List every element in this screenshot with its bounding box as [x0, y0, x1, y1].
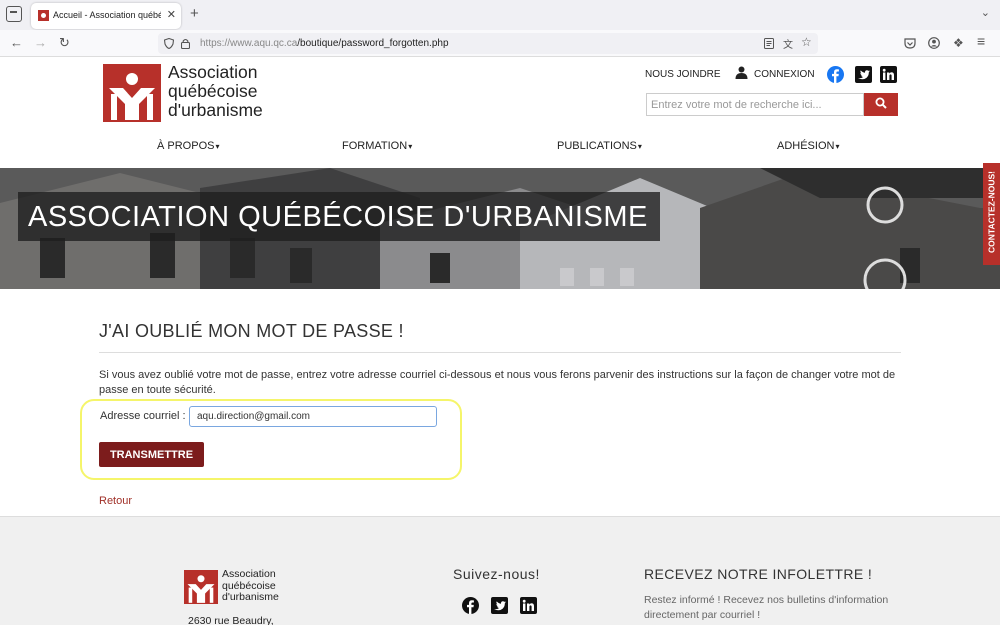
reader-view-icon[interactable]	[764, 38, 774, 49]
footer-facebook-icon[interactable]	[462, 597, 479, 614]
footer-newsletter-text: Restez informé ! Recevez nos bulletins d…	[644, 594, 889, 621]
url-host: https://www.aqu.qc.ca	[200, 38, 298, 49]
user-icon[interactable]	[735, 66, 748, 79]
menu-item-publications[interactable]: PUBLICATIONS	[557, 140, 642, 152]
page-title: J'AI OUBLIÉ MON MOT DE PASSE !	[99, 321, 404, 341]
footer-logo-text[interactable]: Association québécoise d'urbanisme	[222, 568, 279, 604]
address-bar[interactable]: https://www.aqu.qc.ca/boutique/password_…	[158, 33, 818, 54]
menu-item-adhesion[interactable]: ADHÉSION	[777, 140, 839, 152]
title-divider	[99, 352, 901, 353]
footer-linkedin-icon[interactable]	[520, 597, 537, 614]
reload-icon[interactable]: ↻	[59, 35, 70, 51]
menu-icon[interactable]: ≡	[977, 33, 985, 49]
footer-address: 2630 rue Beaudry,	[188, 615, 274, 625]
forward-arrow-icon[interactable]: →	[34, 35, 47, 51]
intro-text: Si vous avez oublié votre mot de passe, …	[99, 369, 896, 396]
lock-icon[interactable]	[181, 38, 190, 49]
site-search-input[interactable]	[646, 93, 864, 116]
submit-button[interactable]: TRANSMETTRE	[99, 442, 204, 467]
site-favicon-icon	[38, 10, 49, 21]
footer: Association québécoise d'urbanisme 2630 …	[0, 516, 1000, 625]
logo-line: d'urbanisme	[222, 591, 279, 603]
extensions-icon[interactable]: ❖	[953, 35, 964, 51]
new-tab-icon[interactable]: +	[190, 5, 199, 22]
pocket-icon[interactable]	[904, 38, 916, 49]
twitter-icon[interactable]	[855, 66, 872, 83]
hero-title-box: ASSOCIATION QUÉBÉCOISE D'URBANISME	[18, 192, 660, 241]
search-icon	[875, 97, 887, 109]
chevron-down-icon[interactable]: ⌄	[981, 6, 990, 19]
hero-title: ASSOCIATION QUÉBÉCOISE D'URBANISME	[28, 201, 648, 233]
url-text[interactable]: https://www.aqu.qc.ca/boutique/password_…	[200, 38, 449, 49]
browser-nav-bar: ← → ↻ https://www.aqu.qc.ca/boutique/pas…	[0, 30, 1000, 57]
site-search-button[interactable]	[864, 93, 898, 116]
login-link[interactable]: CONNEXION	[754, 69, 815, 80]
logo-line: Association	[168, 62, 258, 82]
facebook-icon[interactable]	[827, 66, 844, 83]
url-path: /boutique/password_forgotten.php	[297, 38, 449, 49]
account-icon[interactable]	[928, 37, 940, 49]
translate-icon[interactable]: 文	[783, 36, 793, 51]
tab-close-icon[interactable]: ✕	[167, 8, 176, 21]
email-label: Adresse courriel :	[100, 410, 186, 422]
menu-item-a-propos[interactable]: À PROPOS	[157, 140, 219, 152]
join-link[interactable]: NOUS JOINDRE	[645, 69, 721, 80]
browser-tab-bar: Accueil - Association québécoise d'urban…	[0, 0, 1000, 30]
footer-newsletter-title: RECEVEZ NOTRE INFOLETTRE !	[644, 566, 873, 582]
contact-us-label: CONTACTEZ-NOUS!	[986, 171, 997, 253]
logo-line: québécoise	[168, 81, 258, 101]
back-link[interactable]: Retour	[99, 495, 132, 507]
back-arrow-icon[interactable]: ←	[10, 35, 23, 51]
footer-twitter-icon[interactable]	[491, 597, 508, 614]
site-logo-text[interactable]: Association québécoise d'urbanisme	[168, 63, 288, 120]
bookmark-star-icon[interactable]: ☆	[801, 35, 812, 49]
menu-item-formation[interactable]: FORMATION	[342, 140, 412, 152]
footer-follow-title: Suivez-nous!	[453, 566, 540, 582]
tab-list-icon[interactable]	[6, 6, 22, 22]
browser-tab-active[interactable]: Accueil - Association québécoise d'urban…	[31, 3, 181, 29]
shield-icon[interactable]	[164, 38, 174, 49]
hero-banner: ASSOCIATION QUÉBÉCOISE D'URBANISME	[0, 168, 1000, 289]
email-field[interactable]	[189, 406, 437, 427]
contact-us-tab[interactable]: CONTACTEZ-NOUS!	[983, 163, 1000, 265]
site-logo-icon[interactable]	[103, 64, 161, 122]
footer-logo-icon[interactable]	[184, 570, 218, 604]
tab-title: Accueil - Association québécoise d'urban…	[53, 10, 161, 20]
logo-line: d'urbanisme	[168, 100, 263, 120]
logo-line: Association	[222, 568, 276, 580]
linkedin-icon[interactable]	[880, 66, 897, 83]
